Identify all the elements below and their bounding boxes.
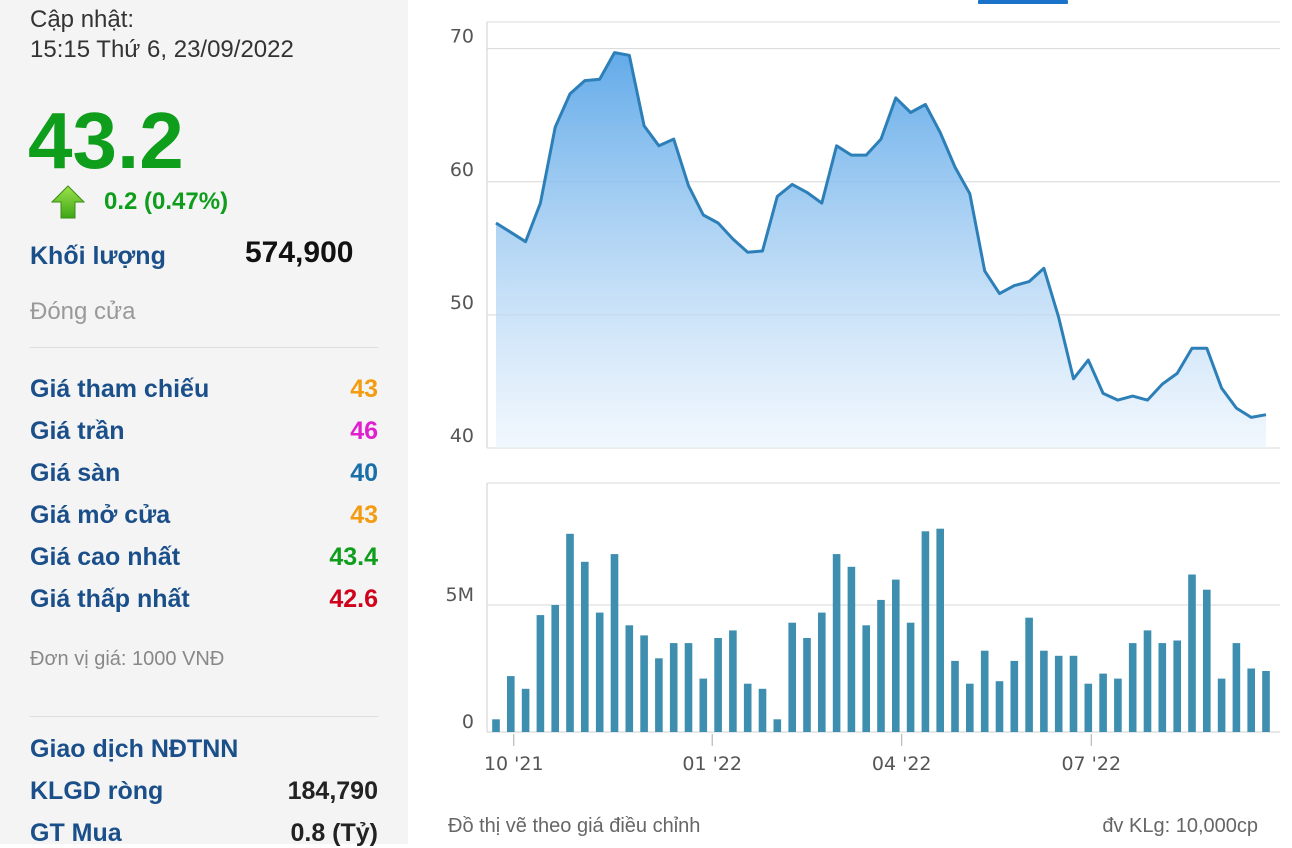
low-price-value: 42.6 (329, 585, 378, 613)
floor-price-label: Giá sàn (30, 459, 121, 487)
price-area-fill (496, 52, 1266, 448)
volume-bar (1099, 673, 1107, 732)
volume-label: Khối lượng (30, 242, 166, 270)
x-tick-label: 07 '22 (1061, 753, 1121, 775)
volume-bar (1069, 655, 1078, 732)
volume-bar (640, 635, 648, 732)
volume-bar (521, 688, 530, 732)
volume-bar (803, 638, 811, 732)
volume-bar (625, 625, 634, 732)
y-tick-label: 50 (450, 292, 474, 314)
net-volume-value: 184,790 (287, 777, 378, 805)
volume-bar (951, 660, 959, 732)
volume-bar (1143, 630, 1152, 732)
volume-bar (832, 554, 841, 732)
net-volume-label: KLGD ròng (30, 777, 164, 805)
volume-bar (847, 566, 856, 732)
volume-bar (743, 683, 752, 732)
arrow-up-icon (50, 185, 86, 219)
price-volume-chart: 40 50 60 70 0 5M 10 '21 01 '22 04 '22 07 '22 Đồ… (446, 0, 1280, 837)
volume-bar (966, 683, 974, 732)
volume-bar (1040, 650, 1048, 732)
update-time: 15:15 Thứ 6, 23/09/2022 (30, 36, 294, 63)
volume-bar (1203, 589, 1211, 732)
high-price-value: 43.4 (329, 543, 378, 571)
divider (30, 347, 378, 348)
price-change: 0.2 (0.47%) (104, 188, 229, 215)
open-price-value: 43 (350, 501, 378, 529)
volume-bar (1054, 655, 1063, 732)
volume-bar (892, 579, 900, 732)
current-price: 43.2 (28, 96, 184, 185)
volume-bar (595, 612, 604, 732)
ref-price-value: 43 (350, 375, 378, 403)
ceiling-price-label: Giá trần (30, 417, 125, 445)
low-price-label: Giá thấp nhất (30, 585, 190, 613)
volume-bar (1232, 643, 1241, 732)
y-tick-label: 60 (450, 159, 474, 181)
floor-price-value: 40 (350, 459, 378, 487)
volume-bar (714, 638, 722, 732)
volume-bar (788, 622, 796, 732)
volume-bar (669, 643, 678, 732)
y-tick-label: 5M (446, 584, 474, 606)
volume-bar (1173, 640, 1181, 732)
volume-bar (1084, 683, 1093, 732)
x-tick-label: 10 '21 (484, 753, 544, 775)
volume-bar (566, 533, 574, 732)
foreign-trade-title: Giao dịch NĐTNN (30, 735, 239, 763)
volume-bar (906, 622, 915, 732)
y-tick-label: 0 (462, 711, 474, 733)
x-tick-label: 04 '22 (872, 753, 932, 775)
divider (30, 716, 378, 717)
volume-bar (758, 688, 767, 732)
volume-bar (1025, 617, 1033, 732)
volume-unit-note: đv KLg: 10,000cp (1102, 815, 1258, 837)
y-tick-label: 70 (450, 26, 474, 48)
volume-bar (684, 643, 693, 732)
y-tick-label: 40 (450, 425, 474, 447)
adjusted-price-note: Đồ thị vẽ theo giá điều chỉnh (448, 815, 700, 837)
volume-bar (1114, 678, 1122, 732)
volume-bar (1158, 643, 1167, 732)
volume-bar (729, 630, 737, 732)
quote-panel: Cập nhật: 15:15 Thứ 6, 23/09/2022 43.2 0… (0, 0, 408, 847)
volume-bar (877, 599, 885, 732)
volume-bar (1262, 671, 1270, 732)
volume-bar (1217, 678, 1226, 732)
volume-bar (1188, 574, 1196, 732)
volume-bar (507, 676, 515, 732)
volume-bar (773, 719, 782, 732)
volume-bar (551, 605, 559, 732)
volume-bar (995, 681, 1004, 732)
volume-bar (699, 678, 708, 732)
open-price-label: Giá mở cửa (30, 501, 171, 529)
volume-bar (980, 650, 989, 732)
volume-bar (1247, 668, 1255, 732)
unit-note: Đơn vị giá: 1000 VNĐ (30, 648, 225, 670)
volume-bar (936, 528, 944, 732)
update-label: Cập nhật: (30, 6, 135, 33)
volume-bar (492, 719, 500, 732)
ref-price-label: Giá tham chiếu (30, 375, 210, 403)
volume-bar (1010, 660, 1019, 732)
ceiling-price-value: 46 (350, 417, 378, 445)
volume-bar (921, 531, 930, 732)
volume-value: 574,900 (245, 236, 354, 269)
volume-bar (536, 615, 545, 732)
volume-bar (862, 625, 870, 732)
volume-bar (655, 658, 663, 732)
volume-bar (1128, 643, 1137, 732)
high-price-label: Giá cao nhất (30, 543, 181, 571)
market-status: Đóng cửa (30, 298, 136, 325)
volume-bar (610, 554, 619, 732)
x-tick-label: 01 '22 (682, 753, 742, 775)
volume-bar (581, 561, 589, 732)
range-tab-indicator[interactable] (978, 0, 1068, 4)
volume-bar (818, 612, 826, 732)
